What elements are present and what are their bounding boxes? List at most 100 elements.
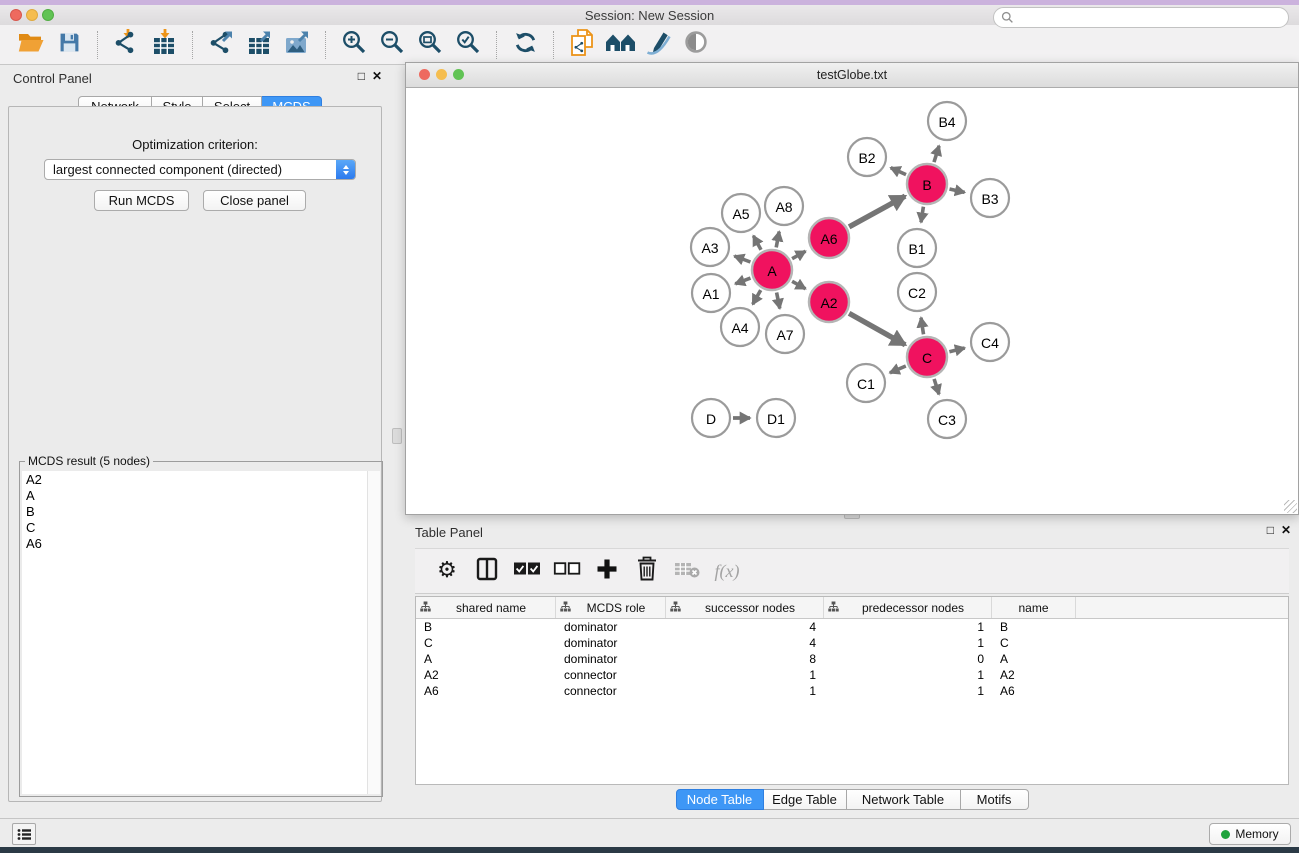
- close-panel-icon[interactable]: ✕: [372, 69, 382, 83]
- edge-A-A1[interactable]: [735, 278, 750, 284]
- node-A8[interactable]: A8: [765, 187, 803, 225]
- column-header-shared-name[interactable]: shared name: [416, 597, 556, 618]
- node-A[interactable]: A: [752, 250, 792, 290]
- mcds-result-item[interactable]: A6: [22, 536, 367, 552]
- vertical-splitter-handle[interactable]: [392, 428, 402, 444]
- zoom-fit-button[interactable]: [411, 28, 449, 62]
- criterion-dropdown[interactable]: largest connected component (directed): [44, 159, 356, 180]
- node-B1[interactable]: B1: [898, 229, 936, 267]
- edge-A-A4[interactable]: [753, 290, 761, 304]
- new-network-from-selection-button[interactable]: [563, 28, 601, 62]
- edge-A-A6[interactable]: [792, 251, 805, 259]
- result-scrollbar[interactable]: [367, 471, 380, 794]
- select-all-button[interactable]: [509, 553, 545, 589]
- node-A3[interactable]: A3: [691, 228, 729, 266]
- import-table-button[interactable]: [145, 28, 183, 62]
- close-panel-button[interactable]: Close panel: [203, 190, 306, 211]
- node-C1[interactable]: C1: [847, 364, 885, 402]
- node-C[interactable]: C: [907, 337, 947, 377]
- deselect-all-button[interactable]: [549, 553, 585, 589]
- edge-C-C1[interactable]: [890, 366, 906, 373]
- table-row[interactable]: Adominator80A: [416, 651, 1288, 667]
- node-B[interactable]: B: [907, 164, 947, 204]
- edge-A2-C[interactable]: [849, 313, 905, 345]
- node-A5[interactable]: A5: [722, 194, 760, 232]
- node-C2[interactable]: C2: [898, 273, 936, 311]
- node-B4[interactable]: B4: [928, 102, 966, 140]
- refresh-button[interactable]: [506, 28, 544, 62]
- table-settings-button[interactable]: ⚙: [429, 553, 465, 589]
- tab-network-table[interactable]: Network Table: [847, 789, 961, 810]
- zoom-out-button[interactable]: [373, 28, 411, 62]
- mcds-result-item[interactable]: B: [22, 504, 367, 520]
- mcds-result-item[interactable]: A: [22, 488, 367, 504]
- column-header-predecessor-nodes[interactable]: predecessor nodes: [824, 597, 992, 618]
- export-table-button[interactable]: [240, 28, 278, 62]
- save-session-button[interactable]: [50, 28, 88, 62]
- show-columns-button[interactable]: [469, 553, 505, 589]
- node-B3[interactable]: B3: [971, 179, 1009, 217]
- float-panel-icon[interactable]: □: [358, 69, 365, 83]
- delete-columns-button[interactable]: [629, 553, 665, 589]
- float-table-panel-icon[interactable]: □: [1267, 523, 1274, 537]
- edge-A-A7[interactable]: [777, 293, 780, 309]
- network-window-titlebar[interactable]: testGlobe.txt: [406, 63, 1298, 88]
- hide-annotations-button[interactable]: [639, 28, 677, 62]
- open-session-button[interactable]: [12, 28, 50, 62]
- column-header-MCDS-role[interactable]: MCDS role: [556, 597, 666, 618]
- edge-B-B2[interactable]: [891, 168, 906, 175]
- tab-node-table[interactable]: Node Table: [676, 789, 764, 810]
- tab-motifs[interactable]: Motifs: [961, 789, 1029, 810]
- edge-C-C4[interactable]: [949, 348, 964, 352]
- edge-A-A3[interactable]: [734, 256, 750, 262]
- edge-A-A8[interactable]: [776, 232, 779, 248]
- search-box[interactable]: [993, 7, 1289, 28]
- zoom-selected-button[interactable]: [449, 28, 487, 62]
- node-C3[interactable]: C3: [928, 400, 966, 438]
- column-header-name[interactable]: name: [992, 597, 1076, 618]
- gear-icon: ⚙: [437, 560, 457, 582]
- edge-C-C3[interactable]: [934, 379, 939, 394]
- edge-C-C2[interactable]: [921, 318, 924, 335]
- home-button[interactable]: [601, 28, 639, 62]
- node-A4[interactable]: A4: [721, 308, 759, 346]
- zoom-in-button[interactable]: [335, 28, 373, 62]
- node-A6[interactable]: A6: [809, 218, 849, 258]
- export-network-button[interactable]: [202, 28, 240, 62]
- tab-edge-table[interactable]: Edge Table: [764, 789, 847, 810]
- node-A1[interactable]: A1: [692, 274, 730, 312]
- column-header-successor-nodes[interactable]: successor nodes: [666, 597, 824, 618]
- mcds-tab-content: Optimization criterion: largest connecte…: [8, 106, 382, 802]
- mcds-result-item[interactable]: A2: [22, 472, 367, 488]
- table-toolbar: ⚙f(x): [415, 548, 1289, 594]
- table-row[interactable]: A6connector11A6: [416, 683, 1288, 699]
- close-table-panel-icon[interactable]: ✕: [1281, 523, 1291, 537]
- edge-A-A5[interactable]: [753, 236, 761, 250]
- run-mcds-button[interactable]: Run MCDS: [94, 190, 189, 211]
- window-resize-grip[interactable]: [1284, 500, 1297, 513]
- node-C4[interactable]: C4: [971, 323, 1009, 361]
- node-D1[interactable]: D1: [757, 399, 795, 437]
- table-row[interactable]: Bdominator41B: [416, 619, 1288, 635]
- export-image-button[interactable]: [278, 28, 316, 62]
- network-canvas[interactable]: A A1 A2 A3 A4 A5 A6 A7 A8 B B1 B2 B3 B4 C C1 C2 C3 C4 D D1: [406, 89, 1298, 514]
- table-row[interactable]: A2connector11A2: [416, 667, 1288, 683]
- node-A2[interactable]: A2: [809, 282, 849, 322]
- create-column-button[interactable]: [589, 553, 625, 589]
- edge-B-B4[interactable]: [934, 146, 939, 162]
- edge-A-A2[interactable]: [792, 281, 805, 289]
- node-D[interactable]: D: [692, 399, 730, 437]
- edge-B-B1[interactable]: [921, 207, 923, 223]
- node-B2[interactable]: B2: [848, 138, 886, 176]
- column-label: shared name: [431, 601, 551, 615]
- graphics-details-button[interactable]: [677, 28, 715, 62]
- import-network-button[interactable]: [107, 28, 145, 62]
- edge-A6-B[interactable]: [849, 196, 905, 227]
- search-input[interactable]: [1018, 9, 1288, 26]
- task-history-button[interactable]: [12, 823, 36, 845]
- node-A7[interactable]: A7: [766, 315, 804, 353]
- memory-button[interactable]: Memory: [1209, 823, 1291, 845]
- edge-B-B3[interactable]: [950, 189, 965, 192]
- mcds-result-item[interactable]: C: [22, 520, 367, 536]
- table-row[interactable]: Cdominator41C: [416, 635, 1288, 651]
